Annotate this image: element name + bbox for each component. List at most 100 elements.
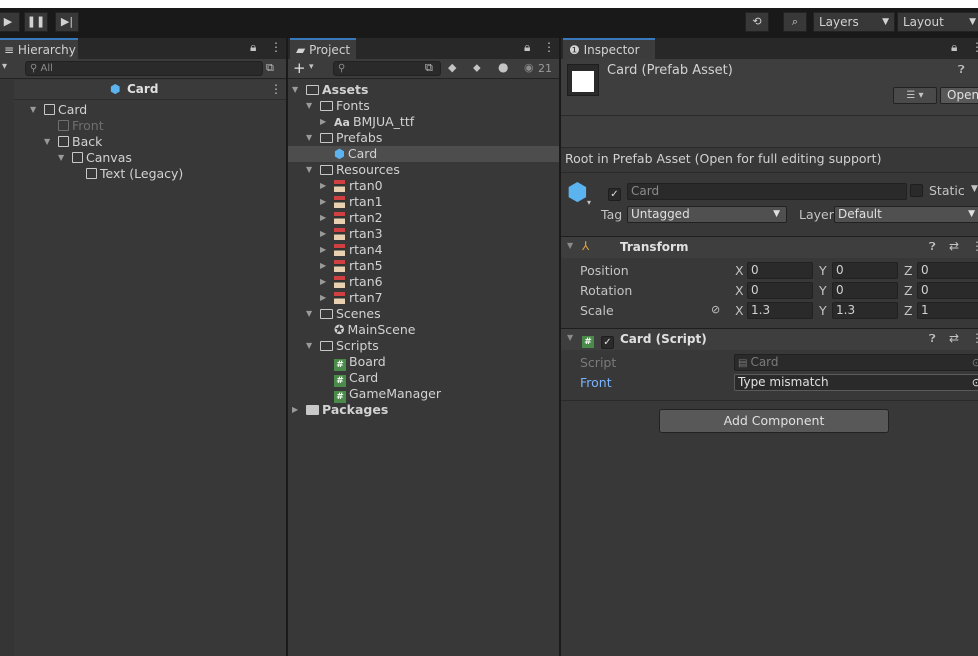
layers-dropdown[interactable]: Layers ▼ — [813, 12, 895, 32]
foldout-arrow-icon[interactable]: ▼ — [567, 241, 573, 250]
expand-arrow-icon[interactable]: ▼ — [306, 338, 312, 354]
preset-icon[interactable]: ⇄ — [949, 239, 959, 253]
collapse-arrow-icon[interactable]: ▶ — [320, 242, 326, 258]
front-field[interactable]: Type mismatch ⊙ — [734, 374, 978, 391]
collapse-arrow-icon[interactable]: ▶ — [320, 274, 326, 290]
project-item-rtan2[interactable]: ▶ rtan2 — [320, 210, 383, 226]
expand-arrow-icon[interactable]: ▼ — [306, 130, 312, 146]
play-button[interactable]: ▶ — [0, 12, 20, 32]
project-item-rtan0[interactable]: ▶ rtan0 — [320, 178, 383, 194]
history-icon[interactable]: ⟲ — [745, 12, 769, 32]
collapse-arrow-icon[interactable]: ▶ — [320, 114, 326, 130]
chevron-down-icon[interactable]: ▾ — [309, 62, 314, 72]
add-component-button[interactable]: Add Component — [659, 409, 889, 433]
hierarchy-item-text-legacy[interactable]: Text (Legacy) — [72, 166, 183, 182]
hierarchy-item-front[interactable]: Front — [44, 118, 104, 134]
project-item-bmjua-ttf[interactable]: ▶ Aa BMJUA_ttf — [320, 114, 414, 130]
rotation-x-field[interactable]: 0 — [747, 282, 813, 299]
enabled-checkbox[interactable]: ✓ — [601, 332, 614, 349]
rotation-y-field[interactable]: 0 — [832, 282, 898, 299]
more-icon[interactable]: ⋮ — [971, 239, 978, 253]
help-icon[interactable]: ❓︎ — [929, 240, 936, 254]
layout-dropdown[interactable]: Layout ▼ — [897, 12, 978, 32]
lock-icon[interactable]: 🔒︎ — [524, 40, 530, 55]
project-item-prefabs[interactable]: ▼ Prefabs — [306, 130, 382, 146]
hidden-packages-icon[interactable]: ◉ — [524, 61, 534, 74]
chevron-down-icon[interactable]: ▼ — [971, 184, 978, 194]
search-scope-icon[interactable]: ⧉ — [425, 61, 433, 75]
tab-inspector[interactable]: ❶ Inspector — [563, 38, 655, 59]
scale-z-field[interactable]: 1 — [917, 302, 978, 319]
scale-y-field[interactable]: 1.3 — [832, 302, 898, 319]
tab-hierarchy[interactable]: ≡ Hierarchy — [0, 38, 78, 59]
project-item-board-script[interactable]: # Board — [320, 354, 386, 371]
active-checkbox[interactable]: ✓ — [608, 184, 621, 201]
project-item-rtan6[interactable]: ▶ rtan6 — [320, 274, 383, 290]
expand-arrow-icon[interactable]: ▼ — [306, 162, 312, 178]
project-item-gamemanager-script[interactable]: # GameManager — [320, 386, 441, 403]
overrides-dropdown[interactable]: ☰ ▾ — [893, 87, 937, 104]
position-x-field[interactable]: 0 — [747, 262, 813, 279]
tag-dropdown[interactable]: Untagged ▼ — [627, 206, 787, 223]
collapse-arrow-icon[interactable]: ▶ — [292, 402, 298, 418]
position-z-field[interactable]: 0 — [917, 262, 978, 279]
project-item-mainscene[interactable]: ✪ MainScene — [320, 322, 415, 338]
project-item-scripts[interactable]: ▼ Scripts — [306, 338, 379, 354]
more-icon[interactable]: ⋮ — [971, 40, 978, 54]
hierarchy-search-input[interactable]: ⚲ All — [25, 61, 263, 76]
scene-visibility-icon[interactable]: ⧉ — [266, 61, 274, 75]
project-item-scenes[interactable]: ▼ Scenes — [306, 306, 381, 322]
project-item-fonts[interactable]: ▼ Fonts — [306, 98, 370, 114]
more-icon[interactable]: ⋮ — [543, 40, 555, 54]
object-picker-icon[interactable]: ⊙ — [972, 375, 978, 390]
tab-project[interactable]: ▰ Project — [290, 38, 356, 59]
search-icon[interactable]: ⌕ — [783, 12, 807, 32]
project-item-card-prefab[interactable]: ⬢ Card — [320, 146, 377, 162]
scale-x-field[interactable]: 1.3 — [747, 302, 813, 319]
collapse-arrow-icon[interactable]: ▶ — [320, 290, 326, 306]
pause-button[interactable]: ❚❚ — [24, 12, 48, 32]
create-plus-icon[interactable]: + — [293, 59, 306, 77]
project-item-rtan3[interactable]: ▶ rtan3 — [320, 226, 383, 242]
foldout-arrow-icon[interactable]: ▼ — [567, 333, 573, 342]
open-prefab-button[interactable]: Open — [940, 87, 978, 104]
layer-dropdown[interactable]: Default ▼ — [834, 206, 978, 223]
icon-dropdown-icon[interactable]: ▾ — [587, 198, 591, 207]
more-icon[interactable]: ⋮ — [270, 40, 282, 54]
expand-arrow-icon[interactable]: ▼ — [306, 306, 312, 322]
step-button[interactable]: ▶| — [55, 12, 79, 32]
name-field[interactable]: Card — [627, 183, 907, 200]
project-item-card-script[interactable]: # Card — [320, 370, 378, 387]
collapse-arrow-icon[interactable]: ▶ — [320, 258, 326, 274]
hierarchy-item-canvas[interactable]: ▼ Canvas — [58, 150, 132, 166]
constrain-proportions-icon[interactable]: ⊘ — [711, 303, 720, 316]
project-item-packages[interactable]: ▶ Packages — [292, 402, 388, 418]
help-icon[interactable]: ❓︎ — [958, 63, 965, 77]
project-item-assets[interactable]: ▼ Assets — [292, 82, 368, 98]
expand-arrow-icon[interactable]: ▼ — [44, 134, 50, 150]
project-item-rtan7[interactable]: ▶ rtan7 — [320, 290, 383, 306]
expand-arrow-icon[interactable]: ▼ — [58, 150, 64, 166]
card-script-header[interactable]: ▼ # ✓ Card (Script) ❓︎ ⇄ ⋮ — [561, 328, 978, 350]
project-item-rtan1[interactable]: ▶ rtan1 — [320, 194, 383, 210]
collapse-arrow-icon[interactable]: ▶ — [320, 194, 326, 210]
more-icon[interactable]: ⋮ — [971, 331, 978, 345]
help-icon[interactable]: ❓︎ — [929, 332, 936, 346]
collapse-arrow-icon[interactable]: ▶ — [320, 210, 326, 226]
rotation-z-field[interactable]: 0 — [917, 282, 978, 299]
more-icon[interactable]: ⋮ — [270, 82, 282, 96]
collapse-arrow-icon[interactable]: ▶ — [320, 226, 326, 242]
filter-warning-icon[interactable]: ● — [498, 60, 508, 74]
collapse-arrow-icon[interactable]: ▶ — [320, 178, 326, 194]
position-y-field[interactable]: 0 — [832, 262, 898, 279]
lock-icon[interactable]: 🔒︎ — [951, 40, 957, 55]
expand-arrow-icon[interactable]: ▼ — [292, 82, 298, 98]
expand-arrow-icon[interactable]: ▼ — [306, 98, 312, 114]
filter-type-icon[interactable]: ◆ — [448, 61, 456, 74]
hierarchy-item-card[interactable]: ▼ Card — [30, 102, 87, 118]
static-checkbox[interactable] — [910, 184, 923, 198]
project-item-rtan5[interactable]: ▶ rtan5 — [320, 258, 383, 274]
transform-header[interactable]: ▼ ⅄ Transform ❓︎ ⇄ ⋮ — [561, 236, 978, 258]
lock-icon[interactable]: 🔒︎ — [250, 40, 256, 55]
add-dropdown-icon[interactable]: ▾ — [2, 61, 7, 72]
